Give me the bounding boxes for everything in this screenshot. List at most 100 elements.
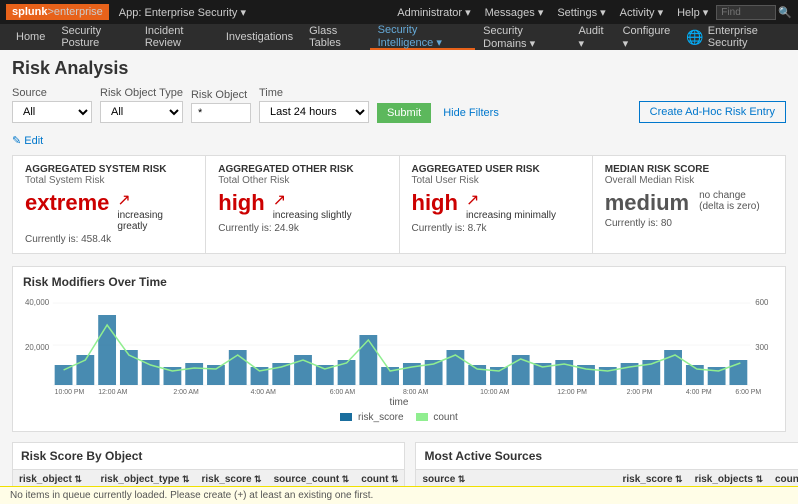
admin-nav[interactable]: Administrator ▾ — [391, 6, 476, 19]
top-bar: splunk>enterprise App: Enterprise Securi… — [0, 0, 798, 24]
trend-arrow-user: ↗ — [466, 190, 556, 210]
risk-card-median-title: MEDIAN RISK SCORE — [605, 164, 773, 175]
trend-label-user: increasing minimally — [466, 210, 556, 221]
svg-text:12:00 PM: 12:00 PM — [557, 389, 587, 395]
footer-message: No items in queue currently loaded. Plea… — [10, 490, 373, 501]
nav-home[interactable]: Home — [8, 24, 53, 50]
svg-text:4:00 PM: 4:00 PM — [686, 389, 712, 395]
trend-label-other: increasing slightly — [273, 210, 352, 221]
nav-incident-review[interactable]: Incident Review — [137, 24, 218, 50]
svg-text:2:00 PM: 2:00 PM — [627, 389, 653, 395]
brand-label: Enterprise Security — [708, 25, 782, 49]
nav-security-intelligence[interactable]: Security Intelligence ▾ — [370, 24, 476, 50]
legend-risk-score-label: risk_score — [358, 412, 404, 423]
activity-nav[interactable]: Activity ▾ — [614, 6, 669, 19]
svg-text:12:00 AM: 12:00 AM — [98, 389, 127, 395]
trend-arrow-system: ↗ — [117, 190, 193, 210]
svg-text:10:00 AM: 10:00 AM — [480, 389, 509, 395]
risk-object-label: Risk Object — [191, 89, 251, 101]
risk-object-type-label: Risk Object Type — [100, 87, 183, 99]
source-select[interactable]: All — [12, 101, 92, 123]
splunk-logo: splunk>enterprise — [6, 4, 109, 20]
risk-value-median: medium — [605, 190, 689, 216]
risk-card-user-title: AGGREGATED USER RISK — [412, 164, 580, 175]
chart-legend: risk_score count — [23, 412, 775, 423]
settings-nav[interactable]: Settings ▾ — [551, 6, 611, 19]
top-nav-right: Administrator ▾ Messages ▾ Settings ▾ Ac… — [391, 5, 792, 20]
risk-cards: AGGREGATED SYSTEM RISK Total System Risk… — [12, 155, 786, 254]
help-nav[interactable]: Help ▾ — [671, 6, 714, 19]
submit-button[interactable]: Submit — [377, 103, 431, 123]
page-content: Risk Analysis Source All Risk Object Typ… — [0, 50, 798, 504]
risk-card-user-subtitle: Total User Risk — [412, 175, 580, 186]
search-icon: 🔍 — [778, 6, 792, 19]
source-filter: Source All — [12, 87, 92, 123]
nav-security-posture[interactable]: Security Posture — [53, 24, 137, 50]
app-label[interactable]: App: Enterprise Security ▾ — [113, 6, 252, 19]
svg-text:6:00 AM: 6:00 AM — [330, 389, 356, 395]
chart-x-label: time — [23, 397, 775, 408]
globe-icon: 🌐 — [686, 29, 703, 46]
risk-card-other-subtitle: Total Other Risk — [218, 175, 386, 186]
risk-value-system: extreme — [25, 190, 109, 216]
second-nav-bar: Home Security Posture Incident Review In… — [0, 24, 798, 50]
chart-svg: 40,000 20,000 600 300 — [23, 295, 775, 395]
risk-card-other: AGGREGATED OTHER RISK Total Other Risk h… — [206, 156, 399, 253]
risk-by-object-title: Risk Score By Object — [13, 443, 404, 470]
risk-object-input[interactable] — [191, 103, 251, 123]
risk-card-system-title: AGGREGATED SYSTEM RISK — [25, 164, 193, 175]
svg-text:300: 300 — [755, 343, 769, 352]
svg-text:10:00 PM: 10:00 PM — [55, 389, 85, 395]
nav-audit[interactable]: Audit ▾ — [570, 24, 614, 50]
risk-card-median-subtitle: Overall Median Risk — [605, 175, 773, 186]
risk-object-type-filter: Risk Object Type All — [100, 87, 183, 123]
most-active-sources-title: Most Active Sources — [416, 443, 798, 470]
risk-currently-median: Currently is: 80 — [605, 218, 773, 229]
legend-risk-score-box — [340, 413, 352, 421]
messages-nav[interactable]: Messages ▾ — [479, 6, 550, 19]
risk-card-median: MEDIAN RISK SCORE Overall Median Risk me… — [593, 156, 785, 253]
svg-text:8:00 AM: 8:00 AM — [403, 389, 429, 395]
time-label: Time — [259, 87, 369, 99]
filter-bar: Source All Risk Object Type All Risk Obj… — [12, 87, 786, 123]
chart-area: 40,000 20,000 600 300 — [23, 295, 775, 395]
page-title: Risk Analysis — [12, 58, 786, 79]
risk-value-other: high — [218, 190, 264, 216]
trend-label-median: no change (delta is zero) — [699, 190, 773, 212]
brand-area: 🌐 Enterprise Security — [678, 25, 790, 49]
hide-filters-button[interactable]: Hide Filters — [439, 103, 503, 123]
nav-configure[interactable]: Configure ▾ — [615, 24, 679, 50]
risk-card-system: AGGREGATED SYSTEM RISK Total System Risk… — [13, 156, 206, 253]
risk-card-system-subtitle: Total System Risk — [25, 175, 193, 186]
nav-security-domains[interactable]: Security Domains ▾ — [475, 24, 570, 50]
risk-card-other-title: AGGREGATED OTHER RISK — [218, 164, 386, 175]
trend-arrow-other: ↗ — [273, 190, 352, 210]
trend-label-system: increasing greatly — [117, 210, 193, 232]
legend-count-box — [416, 413, 428, 421]
svg-text:6:00 PM: 6:00 PM — [735, 389, 761, 395]
risk-currently-user: Currently is: 8.7k — [412, 223, 580, 234]
risk-value-user: high — [412, 190, 458, 216]
legend-risk-score: risk_score — [340, 412, 403, 423]
risk-object-filter: Risk Object — [191, 89, 251, 123]
create-adhoc-button[interactable]: Create Ad-Hoc Risk Entry — [639, 101, 786, 123]
nav-glass-tables[interactable]: Glass Tables — [301, 24, 370, 50]
legend-count-label: count — [433, 412, 457, 423]
footer: No items in queue currently loaded. Plea… — [0, 486, 798, 504]
source-label: Source — [12, 87, 92, 99]
risk-currently-system: Currently is: 458.4k — [25, 234, 193, 245]
time-select[interactable]: Last 24 hours Last 7 days Last 30 days — [259, 101, 369, 123]
svg-text:600: 600 — [755, 298, 769, 307]
risk-object-type-select[interactable]: All — [100, 101, 183, 123]
risk-currently-other: Currently is: 24.9k — [218, 223, 386, 234]
nav-investigations[interactable]: Investigations — [218, 24, 301, 50]
legend-count: count — [416, 412, 458, 423]
svg-text:2:00 AM: 2:00 AM — [173, 389, 199, 395]
find-input[interactable] — [716, 5, 776, 20]
svg-text:4:00 AM: 4:00 AM — [251, 389, 277, 395]
svg-text:20,000: 20,000 — [25, 343, 50, 352]
edit-link[interactable]: ✎ Edit — [12, 134, 43, 147]
chart-section: Risk Modifiers Over Time 40,000 20,000 6… — [12, 266, 786, 432]
risk-card-user: AGGREGATED USER RISK Total User Risk hig… — [400, 156, 593, 253]
time-filter: Time Last 24 hours Last 7 days Last 30 d… — [259, 87, 369, 123]
